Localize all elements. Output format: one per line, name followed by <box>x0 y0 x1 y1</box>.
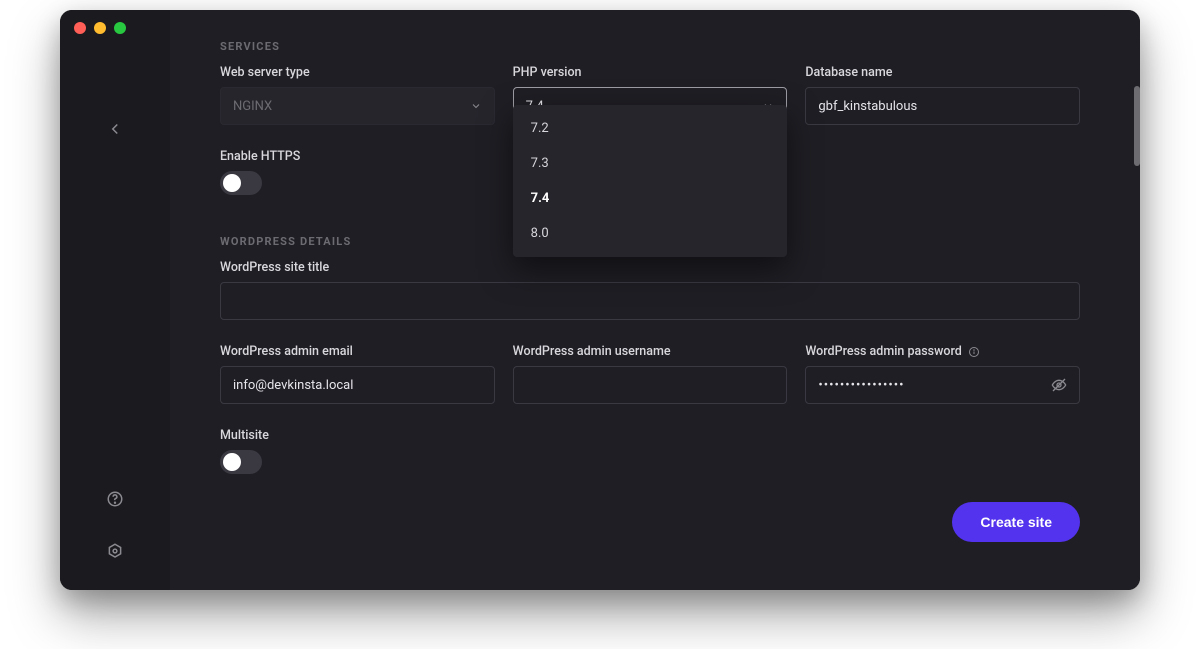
admin-username-input[interactable] <box>513 366 788 404</box>
admin-password-text[interactable] <box>818 378 1043 393</box>
sidebar <box>60 10 170 590</box>
info-icon[interactable] <box>968 346 980 358</box>
admin-username-label: WordPress admin username <box>513 344 788 359</box>
admin-email-field: WordPress admin email <box>220 344 495 404</box>
maximize-window-button[interactable] <box>114 22 126 34</box>
admin-password-field: WordPress admin password <box>805 344 1080 404</box>
php-option[interactable]: 7.4 <box>513 181 788 216</box>
scrollbar[interactable] <box>1134 86 1140 166</box>
admin-email-text[interactable] <box>233 378 482 393</box>
database-name-text[interactable] <box>818 99 1067 114</box>
web-server-field: Web server type NGINX <box>220 65 495 125</box>
minimize-window-button[interactable] <box>94 22 106 34</box>
chevron-down-icon <box>470 100 482 112</box>
web-server-select[interactable]: NGINX <box>220 87 495 125</box>
php-version-label: PHP version <box>513 65 788 80</box>
web-server-label: Web server type <box>220 65 495 80</box>
php-version-field: PHP version 7.4 7.2 7.3 7.4 8.0 <box>513 65 788 125</box>
toggle-knob <box>223 453 241 471</box>
php-option[interactable]: 8.0 <box>513 216 788 251</box>
admin-email-label: WordPress admin email <box>220 344 495 359</box>
app-window: SERVICES Web server type NGINX PHP versi… <box>60 10 1140 590</box>
footer: Create site <box>220 502 1080 542</box>
multisite-label: Multisite <box>220 428 1080 443</box>
main-content: SERVICES Web server type NGINX PHP versi… <box>170 10 1140 590</box>
php-version-dropdown: 7.2 7.3 7.4 8.0 <box>513 105 788 257</box>
web-server-value: NGINX <box>233 99 272 114</box>
database-name-field: Database name <box>805 65 1080 125</box>
toggle-knob <box>223 174 241 192</box>
database-name-label: Database name <box>805 65 1080 80</box>
admin-password-input[interactable] <box>805 366 1080 404</box>
php-option[interactable]: 7.3 <box>513 146 788 181</box>
help-icon[interactable] <box>106 490 124 508</box>
multisite-field: Multisite <box>220 428 1080 474</box>
close-window-button[interactable] <box>74 22 86 34</box>
services-heading: SERVICES <box>220 40 1080 53</box>
create-site-button[interactable]: Create site <box>952 502 1080 542</box>
site-title-text[interactable] <box>233 294 1067 309</box>
php-option[interactable]: 7.2 <box>513 111 788 146</box>
enable-https-toggle[interactable] <box>220 171 262 195</box>
site-title-input[interactable] <box>220 282 1080 320</box>
admin-password-label: WordPress admin password <box>805 344 961 359</box>
back-icon[interactable] <box>106 120 124 138</box>
admin-username-field: WordPress admin username <box>513 344 788 404</box>
traffic-lights <box>74 22 126 34</box>
site-title-field: WordPress site title <box>220 260 1080 320</box>
admin-email-input[interactable] <box>220 366 495 404</box>
eye-off-icon[interactable] <box>1051 377 1067 393</box>
site-title-label: WordPress site title <box>220 260 1080 275</box>
database-name-input[interactable] <box>805 87 1080 125</box>
settings-icon[interactable] <box>106 542 124 560</box>
multisite-toggle[interactable] <box>220 450 262 474</box>
admin-username-text[interactable] <box>526 378 775 393</box>
